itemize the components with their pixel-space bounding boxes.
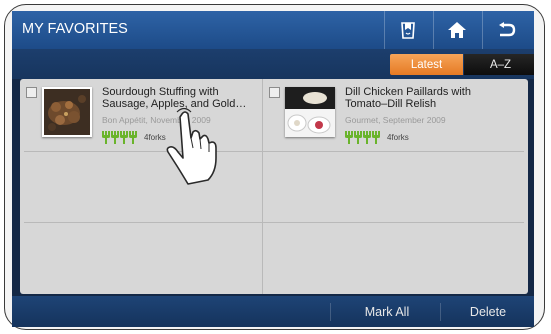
back-button[interactable] [482,11,529,49]
action-divider [330,303,331,321]
title-bar: MY FAVORITES [12,11,534,49]
recipe-card[interactable]: Dill Chicken Paillards with Tomato–Dill … [263,79,503,151]
grid-divider [24,222,524,223]
tap-gesture-icon [166,108,217,185]
fork-icon [120,131,128,144]
favorites-grid: Sourdough Stuffing with Sausage, Apples,… [20,79,528,294]
recipe-checkbox[interactable] [269,87,280,98]
action-bar: Mark All Delete [12,296,534,327]
bookmark-button[interactable] [384,11,431,49]
fork-icon [354,131,362,144]
fork-icon [372,131,380,144]
bookmark-icon [401,22,415,39]
fork-icon [345,131,353,144]
home-icon [448,22,466,38]
tab-a-z[interactable]: A–Z [464,54,534,75]
home-button[interactable] [433,11,480,49]
recipe-title: Dill Chicken Paillards with Tomato–Dill … [345,86,471,110]
fork-rating: 4forks [102,131,166,144]
recipe-thumbnail [42,87,92,137]
fork-icon [111,131,119,144]
fork-icon [129,131,137,144]
back-icon [499,22,516,37]
tab-latest[interactable]: Latest [390,54,463,75]
sort-tab-bar: Latest A–Z [12,49,534,79]
recipe-thumbnail [285,87,335,137]
recipe-checkbox[interactable] [26,87,37,98]
recipe-source: Gourmet, September 2009 [345,115,446,125]
page-title: MY FAVORITES [22,21,128,37]
recipe-title: Sourdough Stuffing with Sausage, Apples,… [102,86,247,110]
mark-all-button[interactable]: Mark All [332,296,442,327]
action-divider [440,303,441,321]
rating-label: 4forks [387,133,409,142]
fork-icon [102,131,110,144]
grid-divider [24,151,524,152]
fork-rating: 4forks [345,131,409,144]
fork-icon [363,131,371,144]
delete-button[interactable]: Delete [442,296,534,327]
app-screen: MY FAVORITES Latest A–Z Sourdough Stuffi… [12,11,534,327]
